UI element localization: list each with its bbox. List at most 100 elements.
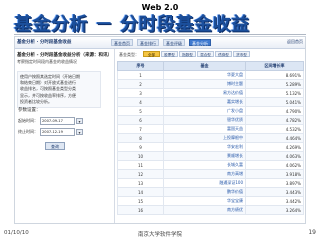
column-header-return[interactable]: 区间增长率 xyxy=(245,61,304,71)
table-row: 7 富国天益 4.532% xyxy=(117,124,304,134)
return-rate-cell: 3.443% xyxy=(245,187,304,197)
param-settings-label: 参数设置： xyxy=(18,108,41,113)
end-date-label: 终止时间： xyxy=(18,129,38,134)
back-home-link[interactable]: 返回首页 xyxy=(287,39,303,45)
rank-cell: 5 xyxy=(117,106,164,116)
filter-tab-equity[interactable]: 股票型 xyxy=(161,51,178,57)
section-intro: 考察指定时间段内基金的收益情况 xyxy=(17,59,77,64)
rank-cell: 2 xyxy=(117,79,164,89)
nav-tab-rating[interactable]: 基金评级 xyxy=(163,39,185,46)
results-panel: 基金类型： 全部 股票型 指数型 混合型 债券型 货币型 序号 基金 区间增长率… xyxy=(117,49,305,223)
table-row: 15 华宝宝康 3.442% xyxy=(117,196,304,206)
start-date-label: 起始时间： xyxy=(18,118,38,123)
return-rate-cell: 4.790% xyxy=(245,106,304,116)
column-header-rank[interactable]: 序号 xyxy=(117,61,164,71)
column-header-fund[interactable]: 基金 xyxy=(163,61,246,71)
return-rate-cell: 4.062% xyxy=(245,160,304,170)
fund-name-link[interactable]: 景顺增长 xyxy=(163,151,246,161)
nav-tab-home[interactable]: 基金首页 xyxy=(111,39,133,46)
start-date-row: 起始时间： 2007-09-17 ▾ xyxy=(18,117,83,125)
top-nav-bar: 基金分析 · 分时段基金收益 基金首页 基金排行 基金评级 基金分析 返回首页 xyxy=(15,37,305,49)
calendar-icon[interactable]: ▾ xyxy=(76,118,83,124)
return-rate-cell: 4.782% xyxy=(245,115,304,125)
fund-name-link[interactable]: 富国天益 xyxy=(163,124,246,134)
table-header-row: 序号 基金 区间增长率 xyxy=(117,61,304,71)
description-line: 投资者比较分析。 xyxy=(20,98,52,104)
fund-name-link[interactable]: 长城久富 xyxy=(163,160,246,170)
filter-tab-money[interactable]: 货币型 xyxy=(233,51,250,57)
table-row: 10 景顺增长 4.063% xyxy=(117,151,304,161)
site-title: 基金分析 · 分时段基金收益 xyxy=(17,40,72,45)
slide-title: 基金分析 － 分时段基金收益 xyxy=(14,14,250,35)
description-panel: 基金分析 - 分时段基金收益分析（来源：和讯） 考察指定时间段内基金的收益情况 … xyxy=(15,49,115,223)
rank-cell: 15 xyxy=(117,196,164,206)
filter-tab-hybrid[interactable]: 混合型 xyxy=(197,51,214,57)
table-row: 14 鹏华价值 3.443% xyxy=(117,187,304,197)
return-rate-cell: 3.264% xyxy=(245,205,304,215)
calendar-icon[interactable]: ▾ xyxy=(76,129,83,135)
return-rate-cell: 5.041% xyxy=(245,97,304,107)
table-row: 16 南方绩优 3.264% xyxy=(117,205,304,215)
fund-name-link[interactable]: 银华优质 xyxy=(163,115,246,125)
filter-tab-bond[interactable]: 债券型 xyxy=(215,51,232,57)
rank-cell: 13 xyxy=(117,178,164,188)
screenshot-window: 基金分析 · 分时段基金收益 基金首页 基金排行 基金评级 基金分析 返回首页 … xyxy=(14,36,306,224)
rank-cell: 11 xyxy=(117,160,164,170)
return-rate-cell: 8.691% xyxy=(245,70,304,80)
fund-name-link[interactable]: 南方绩优 xyxy=(163,205,246,215)
rank-cell: 6 xyxy=(117,115,164,125)
return-rate-cell: 3.442% xyxy=(245,196,304,206)
rank-cell: 9 xyxy=(117,142,164,152)
table-row: 5 广发小盘 4.790% xyxy=(117,106,304,116)
title-divider xyxy=(14,34,306,35)
return-rate-cell: 4.532% xyxy=(245,124,304,134)
table-row: 3 易方达价值 5.132% xyxy=(117,88,304,98)
fund-name-link[interactable]: 南方高增 xyxy=(163,169,246,179)
table-row: 9 华安宏利 4.269% xyxy=(117,142,304,152)
return-rate-cell: 5.289% xyxy=(245,79,304,89)
rank-cell: 14 xyxy=(117,187,164,197)
fund-name-link[interactable]: 华安宏利 xyxy=(163,142,246,152)
filter-tab-index[interactable]: 指数型 xyxy=(179,51,196,57)
table-row: 12 南方高增 3.918% xyxy=(117,169,304,179)
slide-footer-text: 南京大学软件学院 xyxy=(137,232,182,238)
start-date-input[interactable]: 2007-09-17 xyxy=(40,117,75,125)
table-row: 4 嘉实增长 5.041% xyxy=(117,97,304,107)
rank-cell: 16 xyxy=(117,205,164,215)
rank-cell: 1 xyxy=(117,70,164,80)
rank-cell: 10 xyxy=(117,151,164,161)
rank-cell: 8 xyxy=(117,133,164,143)
return-rate-cell: 3.897% xyxy=(245,178,304,188)
nav-tab-ranking[interactable]: 基金排行 xyxy=(137,39,159,46)
fund-return-table: 序号 基金 区间增长率 1 华夏大盘 8.691% 2 博时主题 5.289% 3 易方达价值… xyxy=(117,61,304,215)
nav-tab-analysis[interactable]: 基金分析 xyxy=(189,39,211,46)
fund-name-link[interactable]: 上投摩根中 xyxy=(163,133,246,143)
table-row: 11 长城久富 4.062% xyxy=(117,160,304,170)
return-rate-cell: 4.464% xyxy=(245,133,304,143)
section-title: 基金分析 - 分时段基金收益分析（来源：和讯） xyxy=(17,53,112,58)
return-rate-cell: 4.269% xyxy=(245,142,304,152)
fund-name-link[interactable]: 鹏华价值 xyxy=(163,187,246,197)
table-row: 6 银华优质 4.782% xyxy=(117,115,304,125)
filter-tab-all[interactable]: 全部 xyxy=(143,51,160,57)
slide-page-number: 19 xyxy=(308,229,316,236)
query-button[interactable]: 查询 xyxy=(45,142,65,150)
fund-name-link[interactable]: 华夏大盘 xyxy=(163,70,246,80)
end-date-input[interactable]: 2007-12-19 xyxy=(40,128,75,136)
return-rate-cell: 3.918% xyxy=(245,169,304,179)
table-row: 1 华夏大盘 8.691% xyxy=(117,70,304,80)
fund-name-link[interactable]: 融通深证100 xyxy=(163,178,246,188)
table-row: 8 上投摩根中 4.464% xyxy=(117,133,304,143)
return-rate-cell: 5.132% xyxy=(245,88,304,98)
fund-type-label: 基金类型： xyxy=(119,52,139,57)
fund-name-link[interactable]: 博时主题 xyxy=(163,79,246,89)
fund-name-link[interactable]: 易方达价值 xyxy=(163,88,246,98)
description-box: 使用户按照其选定时间（开始日期 和结束日期）对开放式基金进行 收益排名，可按照基… xyxy=(17,71,101,109)
rank-cell: 7 xyxy=(117,124,164,134)
fund-name-link[interactable]: 嘉实增长 xyxy=(163,97,246,107)
rank-cell: 3 xyxy=(117,88,164,98)
table-row: 2 博时主题 5.289% xyxy=(117,79,304,89)
fund-name-link[interactable]: 广发小盘 xyxy=(163,106,246,116)
rank-cell: 4 xyxy=(117,97,164,107)
fund-name-link[interactable]: 华宝宝康 xyxy=(163,196,246,206)
